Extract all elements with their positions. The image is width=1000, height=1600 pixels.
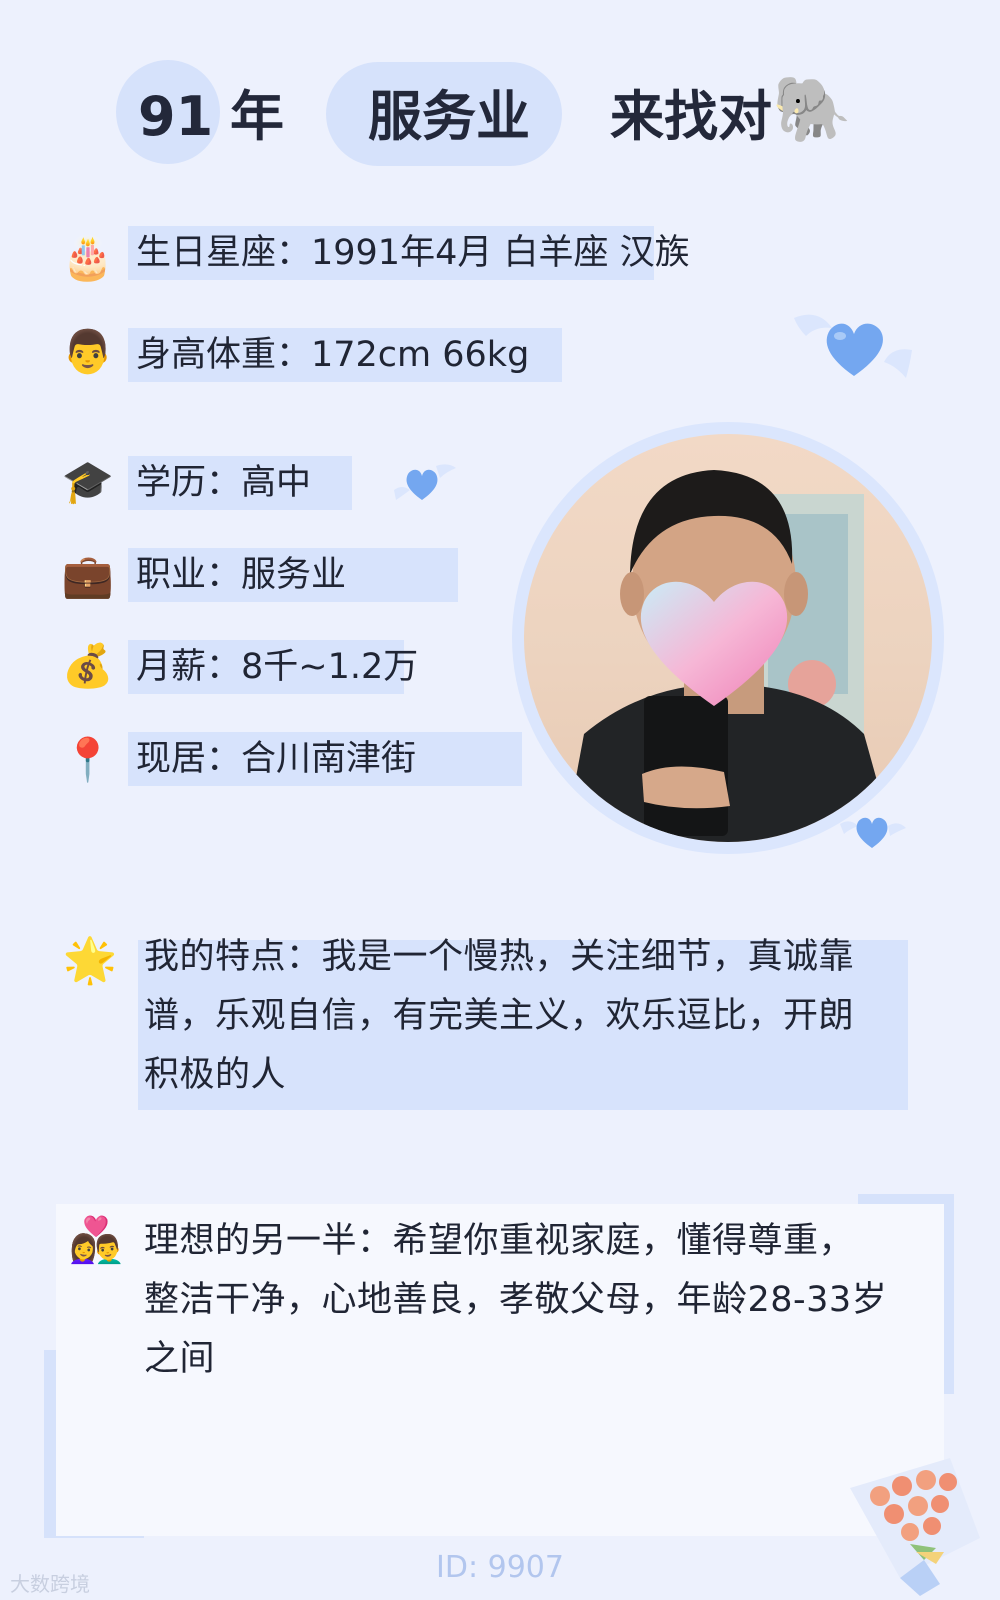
traits-line: 我的特点：我是一个慢热，关注细节，真诚靠 xyxy=(144,937,855,977)
salary-text: 月薪：8千~1.2万 xyxy=(136,647,419,687)
couple-heart-icon: 👩‍❤️‍👨 xyxy=(68,1215,124,1266)
small-heart-icon xyxy=(394,464,456,500)
ideal-line: 之间 xyxy=(144,1339,216,1379)
star-icon: 🌟 xyxy=(62,935,118,986)
watermark: 大数跨境 xyxy=(10,1572,90,1596)
education-text: 学历：高中 xyxy=(136,463,312,503)
birth-year-number: 91 xyxy=(138,85,214,148)
location-text: 现居：合川南津街 xyxy=(136,739,417,779)
birthday-text: 生日星座：1991年4月 白羊座 汉族 xyxy=(136,233,690,273)
ideal-partner-text: 理想的另一半：希望你重视家庭，懂得尊重， 整洁干净，心地善良，孝敬父母，年龄28… xyxy=(144,1212,924,1389)
profile-id: ID: 9907 xyxy=(436,1550,564,1585)
money-bag-icon: 💰 xyxy=(61,641,115,690)
traits-text: 我的特点：我是一个慢热，关注细节，真诚靠 谱，乐观自信，有完美主义，欢乐逗比，开… xyxy=(144,928,904,1105)
job-text: 职业：服务业 xyxy=(136,555,347,595)
body-text: 身高体重：172cm 66kg xyxy=(136,335,530,375)
ideal-line: 整洁干净，心地善良，孝敬父母，年龄28-33岁 xyxy=(144,1280,888,1320)
ideal-line: 理想的另一半：希望你重视家庭，懂得尊重， xyxy=(144,1221,855,1261)
location-pin-icon: 📍 xyxy=(61,735,115,784)
man-face-icon: 👨 xyxy=(61,327,115,376)
traits-line: 谱，乐观自信，有完美主义，欢乐逗比，开朗 xyxy=(144,996,855,1036)
winged-heart-icon xyxy=(794,314,912,378)
graduation-cap-icon: 🎓 xyxy=(61,457,115,506)
cake-icon: 🎂 xyxy=(61,233,115,282)
industry-title: 服务业 xyxy=(368,85,530,148)
profile-photo xyxy=(524,434,932,842)
elephant-icon: 🐘 xyxy=(772,73,852,147)
tagline: 来找对 xyxy=(610,85,772,148)
briefcase-icon: 💼 xyxy=(61,551,115,600)
traits-line: 积极的人 xyxy=(144,1055,287,1095)
birth-year-unit: 年 xyxy=(230,85,284,148)
